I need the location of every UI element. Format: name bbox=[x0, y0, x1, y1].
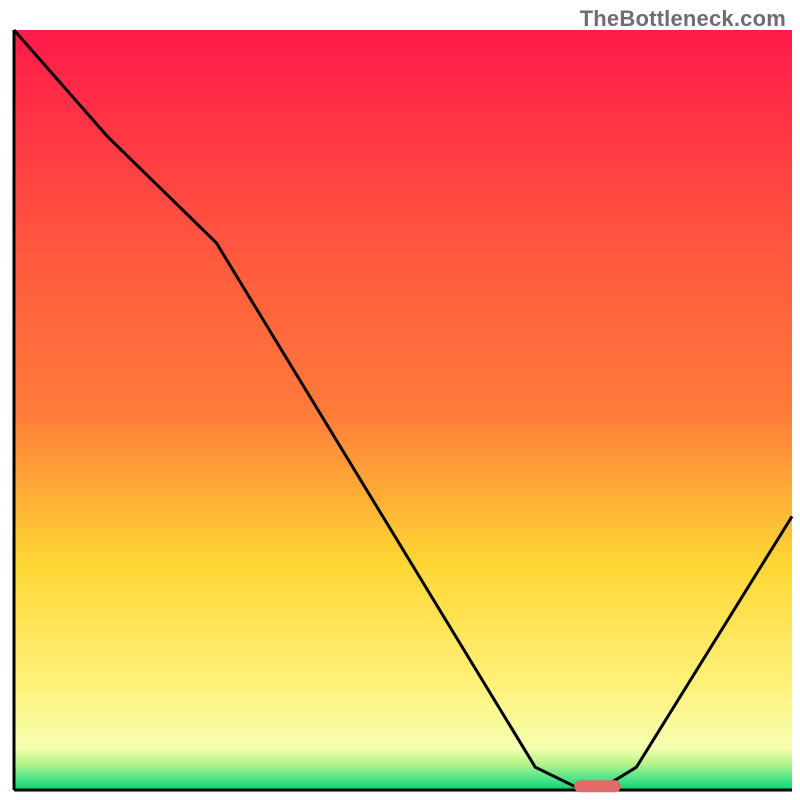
gradient-background bbox=[14, 30, 792, 790]
watermark-text: TheBottleneck.com bbox=[580, 6, 786, 32]
bottleneck-chart bbox=[0, 0, 800, 800]
optimal-marker bbox=[574, 780, 621, 792]
chart-container: TheBottleneck.com bbox=[0, 0, 800, 800]
